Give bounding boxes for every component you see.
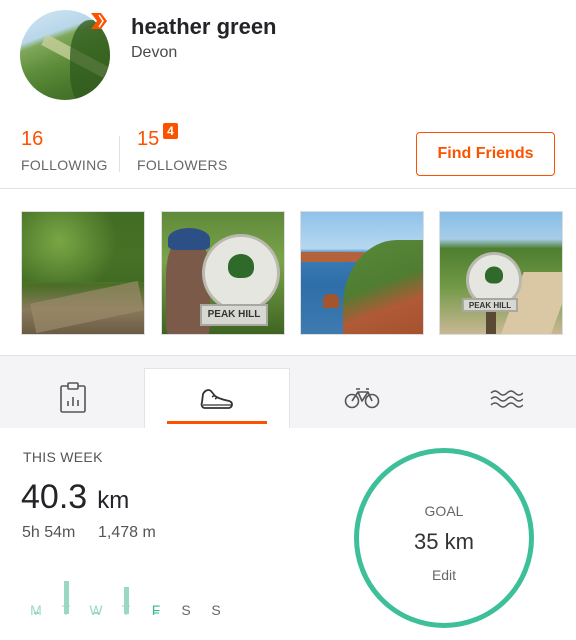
bicycle-icon [344,388,380,409]
photo-thumbnail[interactable]: PEAK HILL [161,211,285,335]
distance-unit: km [97,487,130,514]
distance-value: 40.3 [21,478,88,516]
followers-stat[interactable]: 15 FOLLOWERS [137,128,228,173]
subscriber-badge-icon [88,10,110,32]
followers-count: 15 [137,128,160,150]
sport-tabs [0,356,576,428]
goal-ring[interactable]: GOAL 35 km Edit [354,448,534,628]
sign-plaque: PEAK HILL [200,304,268,326]
day-label: W [89,602,103,618]
following-count: 16 [21,128,44,150]
sign-plaque: PEAK HILL [462,298,518,312]
following-stat[interactable]: 16 FOLLOWING [21,128,108,173]
clipboard-chart-icon [60,382,86,413]
photo-thumbnail[interactable] [21,211,145,335]
profile-header: heather green Devon [0,0,576,112]
followers-label: FOLLOWERS [137,157,228,173]
waves-swim-icon [490,390,523,408]
stat-divider [119,136,120,172]
weekly-distance: 40.3 km [21,478,129,517]
day-label: T [121,602,131,618]
plaque-text: PEAK HILL [468,301,512,310]
selected-tab-indicator [167,421,267,424]
athlete-location: Devon [131,44,178,61]
find-friends-button[interactable]: Find Friends [416,132,555,176]
goal-value: 35 km [414,529,474,554]
photo-thumbnail[interactable]: PEAK HILL [439,211,563,335]
day-label: F [151,602,161,618]
this-week-heading: THIS WEEK [23,449,103,465]
weekly-elevation: 1,478 m [98,524,156,541]
tab-all-activities[interactable] [0,368,146,428]
oak-leaf-icon [485,266,503,284]
photo-sea-stack [323,294,339,308]
photo-thumbnail[interactable] [300,211,424,335]
tab-swim[interactable] [433,368,576,428]
weekly-summary: THIS WEEK 40.3 km 5h 54m 1,478 m GOAL 35 … [0,428,576,640]
athlete-name: heather green [131,14,277,39]
photo-trail [30,280,144,334]
weekly-time: 5h 54m [22,524,76,541]
day-label: M [30,602,42,618]
day-label: S [211,602,221,618]
day-label: T [61,602,71,618]
plaque-text: PEAK HILL [207,309,261,320]
follow-stats: 16 FOLLOWING 15 FOLLOWERS 4 Find Friends [0,112,576,188]
following-label: FOLLOWING [21,157,108,173]
national-trust-sign [202,234,280,312]
photo-trees [22,212,144,282]
photo-hat [168,228,210,250]
sign-post [486,312,496,334]
avatar[interactable] [20,10,110,100]
avatar-hedge [70,20,110,100]
running-shoe-icon [200,388,233,409]
tab-ride[interactable] [289,368,435,428]
tab-run[interactable] [144,368,290,428]
followers-notification-badge: 4 [163,123,178,139]
goal-edit-link[interactable]: Edit [359,567,529,583]
goal-label: GOAL [424,503,464,519]
photo-strip: PEAK HILL PEAK HILL [0,189,576,355]
day-label: S [181,602,191,618]
oak-leaf-icon [228,253,254,278]
